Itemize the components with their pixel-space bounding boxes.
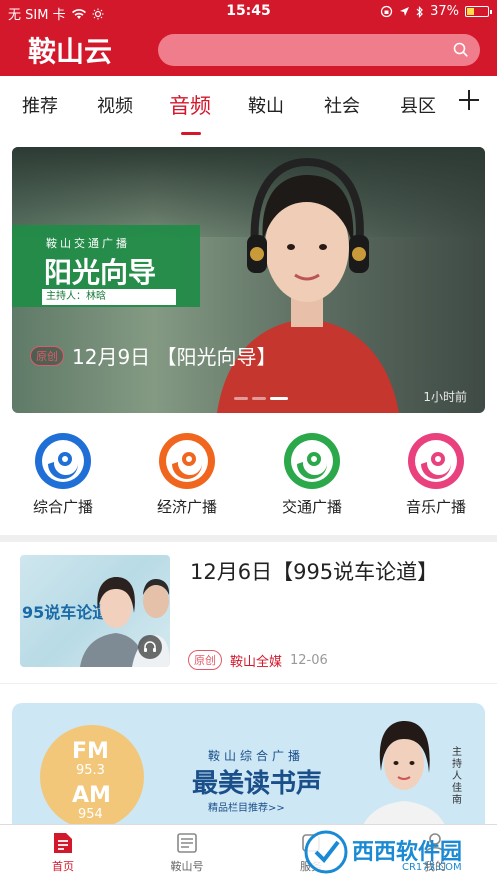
channel-music-label: 音乐广播: [405, 498, 466, 516]
program-name: 阳光向导: [44, 256, 157, 289]
search-bar[interactable]: [158, 34, 480, 66]
promo-station: 鞍山综合广播: [208, 749, 305, 763]
watermark: 西西软件园 CR173.COM: [302, 826, 497, 878]
tab-county[interactable]: 县区: [400, 92, 436, 118]
featured-banner[interactable]: 鞍山交通广播 阳光向导 主持人：林晗 原创 12月9日 【阳光向导】 1小时前: [12, 147, 485, 413]
status-bar: 无 SIM 卡 15:45 37%: [0, 0, 497, 24]
location-icon: [400, 7, 410, 16]
traffic-radio-icon: [284, 433, 340, 489]
nav-home-label: 首页: [52, 860, 74, 873]
watermark-sub: CR173.COM: [402, 862, 462, 873]
radio-channels: 综合广播 经济广播 交通广播 音乐广播: [0, 424, 497, 534]
host-photo: [217, 157, 399, 413]
status-right: 37%: [380, 4, 492, 19]
channel-traffic[interactable]: 交通广播: [257, 424, 367, 517]
news-thumbnail[interactable]: 95说车论道: [20, 555, 170, 667]
banner-title-text: 12月9日 【阳光向导】: [72, 345, 277, 369]
carousel-dot[interactable]: [234, 397, 248, 400]
bluetooth-icon: [416, 5, 423, 18]
tab-recommend[interactable]: 推荐: [22, 92, 58, 118]
channel-general[interactable]: 综合广播: [8, 424, 118, 517]
nav-anshan-hao-label: 鞍山号: [170, 860, 204, 873]
economy-radio-icon: [159, 433, 215, 489]
original-badge: 原创: [188, 650, 222, 670]
news-meta: 原创 鞍山全媒 12-06: [188, 650, 328, 670]
channel-general-label: 综合广播: [32, 498, 93, 516]
am-label: AM: [72, 783, 111, 808]
section-divider: [0, 535, 497, 542]
original-badge: 原创: [30, 345, 64, 366]
search-icon[interactable]: [453, 42, 468, 57]
battery-percent: 37%: [430, 4, 459, 19]
headphones-icon: [144, 641, 156, 652]
am-frequency: 954: [78, 807, 103, 822]
news-icon: [177, 833, 197, 853]
promo-tagline: 精品栏目推荐>>: [208, 803, 285, 814]
news-date: 12-06: [290, 652, 328, 668]
nav-anshan-hao[interactable]: 鞍山号: [152, 831, 222, 874]
app-logo[interactable]: 鞍山云: [28, 30, 112, 70]
fm-label: FM: [72, 739, 109, 764]
lock-rotation-icon: [380, 5, 393, 18]
channel-music[interactable]: 音乐广播: [381, 424, 491, 517]
news-item[interactable]: 95说车论道 12月6日【995说车论道】 原创 鞍山全媒 12-06: [0, 542, 497, 684]
channel-traffic-label: 交通广播: [281, 498, 342, 516]
tab-society[interactable]: 社会: [324, 92, 360, 118]
category-tabs: 推荐 视频 音频 鞍山 社会 县区: [0, 78, 497, 138]
banner-headline: 原创 12月9日 【阳光向导】: [30, 341, 277, 370]
play-button[interactable]: [138, 635, 162, 659]
fm-frequency: 95.3: [76, 763, 105, 778]
app-header: 鞍山云: [0, 24, 497, 76]
channel-economy-label: 经济广播: [156, 498, 217, 516]
channel-economy[interactable]: 经济广播: [132, 424, 242, 517]
news-title[interactable]: 12月6日【995说车论道】: [190, 556, 440, 588]
promo-host-photo: [359, 721, 449, 833]
program-station: 鞍山交通广播: [46, 237, 130, 250]
tab-video[interactable]: 视频: [97, 92, 133, 118]
general-radio-icon: [35, 433, 91, 489]
active-tab-indicator: [181, 132, 201, 135]
news-source[interactable]: 鞍山全媒: [230, 651, 282, 670]
battery-level: [467, 8, 475, 15]
battery-icon: [465, 6, 492, 17]
nav-home[interactable]: 首页: [28, 831, 98, 874]
carousel-dot[interactable]: [252, 397, 266, 400]
promo-title: 最美读书声: [192, 769, 323, 799]
tab-audio[interactable]: 音频: [169, 90, 211, 120]
carousel-dot-active[interactable]: [270, 397, 288, 400]
promo-host: 主持人 佳南: [452, 747, 462, 806]
carousel-indicator: [234, 397, 288, 400]
add-tab-icon[interactable]: [457, 88, 481, 112]
music-radio-icon: [408, 433, 464, 489]
banner-time-ago: 1小时前: [423, 390, 467, 404]
tab-anshan[interactable]: 鞍山: [248, 92, 284, 118]
program-host: 主持人：林晗: [42, 289, 176, 305]
promo-banner[interactable]: FM 95.3 AM 954 鞍山综合广播 最美读书声 精品栏目推荐>> 主持人…: [12, 703, 485, 833]
home-doc-icon: [54, 833, 72, 853]
